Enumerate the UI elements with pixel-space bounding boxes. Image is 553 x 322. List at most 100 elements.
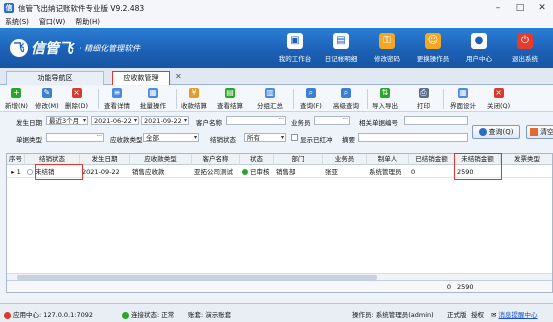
message-center-link[interactable]: 消息提醒中心 <box>499 311 538 319</box>
customer-label: 客户名称 <box>196 119 222 127</box>
receipt-settle-button[interactable]: ¥ 收款结算 <box>181 88 207 110</box>
date-from-picker[interactable]: 2021-06-22 <box>91 116 139 125</box>
edit-button[interactable]: ✎ 修改(M) <box>35 88 59 110</box>
add-icon: + <box>11 88 22 98</box>
journal-detail-button[interactable]: ▤ 日记帐明细 <box>319 30 363 63</box>
key-icon: ⚿ <box>379 33 395 49</box>
title-bar: 信 信管飞出纳记账软件专业版 V9.2.483 – □ ✕ <box>0 0 553 16</box>
group-summary-button[interactable]: ▥ 分组汇总 <box>257 88 283 110</box>
menu-system[interactable]: 系统(S) <box>0 17 34 27</box>
highlight-unsettled-amount <box>454 153 502 180</box>
horizontal-scrollbar[interactable] <box>7 273 552 280</box>
ui-design-button[interactable]: ▦ 界面设计 <box>450 88 476 110</box>
batch-operation-button[interactable]: ▦ 批量操作 <box>140 88 166 110</box>
related-no-label: 相关单据编号 <box>359 119 398 127</box>
advanced-search-icon: ⌕ <box>341 88 351 98</box>
toolbar-separator <box>367 89 368 109</box>
query-button-label: 查询(Q) <box>488 128 514 136</box>
col-settled-amount[interactable]: 已结销金额 <box>409 154 455 165</box>
col-date[interactable]: 发生日期 <box>80 154 130 165</box>
cell-invoice-type <box>501 166 553 178</box>
register-status[interactable]: 授权 <box>471 309 484 319</box>
tab-close-icon[interactable]: ✕ <box>175 72 182 81</box>
import-export-label: 导入导出 <box>372 102 398 110</box>
message-center[interactable]: ✉ 消息提醒中心 <box>491 309 538 319</box>
tab-bar: 功能导航区 应收款管理 ✕ <box>0 68 553 85</box>
app-center-text: 应用中心: 127.0.0.1:7092 <box>13 311 93 319</box>
col-salesman[interactable]: 业务员 <box>323 154 367 165</box>
my-workbench-button[interactable]: ▣ 我的工作台 <box>273 30 317 63</box>
salesman-input[interactable] <box>314 116 350 125</box>
detail-icon: ≡ <box>112 88 122 98</box>
operator-status: 操作员: 系统管理员(admin) <box>352 311 434 319</box>
print-label: 打印 <box>417 102 430 110</box>
tab-receivables[interactable]: 应收款管理 <box>112 71 170 85</box>
cell-customer: 亚拓公司测试 <box>194 168 233 176</box>
col-invoice-type[interactable]: 发票类型 <box>501 154 553 165</box>
menu-help[interactable]: 帮助(H) <box>70 17 105 27</box>
query-button[interactable]: 查询(Q) <box>472 125 520 139</box>
add-button[interactable]: + 新增(N) <box>5 88 28 110</box>
total-unsettled-amount: 2590 <box>457 283 474 291</box>
exit-system-button[interactable]: ⏻ 退出系统 <box>503 30 547 63</box>
design-icon: ▦ <box>458 88 468 98</box>
col-index[interactable]: 序号 <box>7 154 25 165</box>
connection-status: 连接状态: 正常 <box>122 309 174 319</box>
edit-icon: ✎ <box>41 88 52 98</box>
my-workbench-label: 我的工作台 <box>278 55 312 63</box>
close-button[interactable]: × 关闭(Q) <box>487 88 510 110</box>
col-creator[interactable]: 制单人 <box>367 154 409 165</box>
view-settle-label: 查看结算 <box>217 102 243 110</box>
salesman-label: 业务员 <box>291 119 311 127</box>
menu-window[interactable]: 窗口(W) <box>34 17 70 27</box>
switch-operator-button[interactable]: ☺ 更换操作员 <box>411 30 455 63</box>
col-customer[interactable]: 客户名称 <box>192 154 240 165</box>
ledger-icon: ▤ <box>333 33 349 49</box>
query-search-icon <box>478 128 487 136</box>
status-bar: 应用中心: 127.0.0.1:7092 连接状态: 正常 账套: 演示账套 操… <box>0 303 553 322</box>
change-password-button[interactable]: ⚿ 修改密码 <box>365 30 409 63</box>
related-no-input[interactable] <box>404 116 468 125</box>
edition-status: 正式版 <box>447 311 467 319</box>
message-center-icon: ✉ <box>491 311 497 319</box>
delete-icon: × <box>71 88 82 98</box>
brand-name: 信管飞 <box>31 41 73 57</box>
settle-status-label: 结销状态 <box>210 136 236 144</box>
header-banner: 飞 信管飞 · 精细化管理软件 ▣ 我的工作台 ▤ 日记帐明细 ⚿ 修改密码 ☺… <box>0 28 553 68</box>
advanced-query-label: 高级查询 <box>333 102 359 110</box>
user-center-icon: ● <box>471 33 487 49</box>
recv-type-select[interactable]: 全部 <box>143 133 199 142</box>
minimize-button[interactable]: – <box>487 0 509 16</box>
view-settle-button[interactable]: ▤ 查看结算 <box>217 88 243 110</box>
col-department[interactable]: 部门 <box>274 154 323 165</box>
import-export-button[interactable]: ⇅ 导入导出 <box>372 88 398 110</box>
col-recv-type[interactable]: 应收款类型 <box>130 154 192 165</box>
window-title: 信管飞出纳记账软件专业版 V9.2.483 <box>18 3 145 13</box>
search-icon: ⌕ <box>305 88 316 98</box>
advanced-query-button[interactable]: ⌕ 高级查询 <box>333 88 359 110</box>
query-toolbar-button[interactable]: ⌕ 查询(F) <box>300 88 322 110</box>
doc-type-label: 单据类型 <box>16 136 42 144</box>
print-icon: ⎙ <box>418 88 429 98</box>
maximize-button[interactable]: □ <box>509 0 531 16</box>
power-icon: ⏻ <box>517 33 533 49</box>
settle-status-select[interactable]: 所有 <box>244 133 286 142</box>
approved-status-icon <box>242 169 248 175</box>
tab-function-nav[interactable]: 功能导航区 <box>6 71 104 85</box>
date-range-select[interactable]: 最近3个月 <box>46 116 88 125</box>
close-window-button[interactable]: ✕ <box>531 0 553 16</box>
doc-type-input[interactable] <box>46 133 104 142</box>
summary-input[interactable] <box>358 133 468 142</box>
view-detail-button[interactable]: ≡ 查看详情 <box>104 88 130 110</box>
row-marker-icon: ▸ <box>11 168 15 176</box>
reset-button[interactable]: 清空 <box>526 125 553 139</box>
user-center-button[interactable]: ● 用户中心 <box>457 30 501 63</box>
customer-input[interactable] <box>226 116 286 125</box>
date-to-picker[interactable]: 2021-09-22 <box>141 116 189 125</box>
delete-button[interactable]: × 删除(D) <box>65 88 88 110</box>
cell-salesman: 张亚 <box>325 168 338 176</box>
col-status[interactable]: 状态 <box>240 154 274 165</box>
show-red-checkbox[interactable] <box>291 134 298 141</box>
toolbar-separator <box>443 89 444 109</box>
print-button[interactable]: ⎙ 打印 <box>417 88 430 110</box>
